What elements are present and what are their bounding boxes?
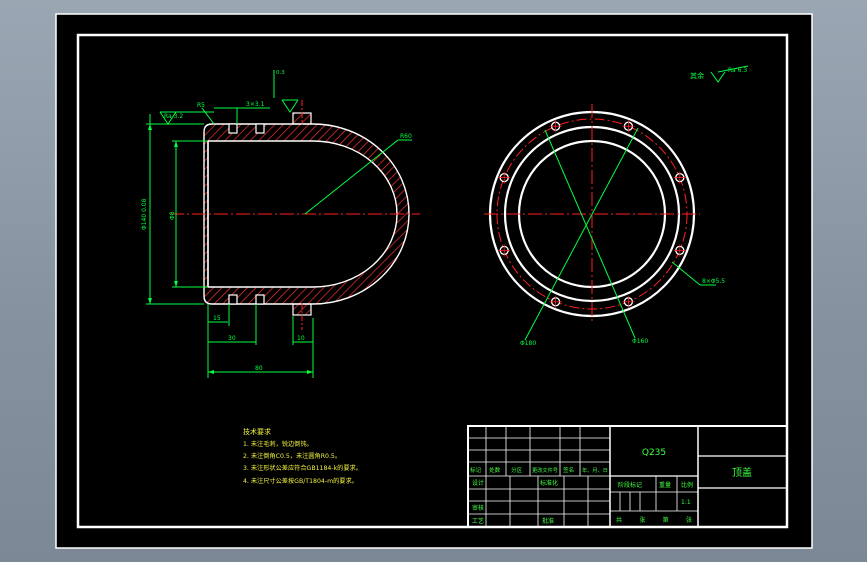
finish-general-value: Ra 6.3 — [728, 67, 747, 74]
part-name: 顶盖 — [732, 466, 752, 479]
sign-col-zone: 分区 — [511, 466, 523, 474]
dim-groove: 3×3.1 — [246, 101, 265, 108]
label-stage: 阶段标记 — [618, 481, 642, 489]
finish-general-label: 其余 — [690, 71, 704, 80]
dim-pcd-b: Φ160 — [632, 338, 648, 345]
note-item-1: 1. 未注毛刺，锐边倒钝。 — [243, 440, 313, 448]
dim-step: 15 — [213, 315, 221, 322]
dim-outer-dia: Φ140 0.08 — [141, 198, 148, 230]
sign-col-date: 年、月、日 — [582, 466, 608, 474]
finish-top-stack: 0.3 — [276, 70, 285, 76]
note-item-2: 2. 未注倒角C0.5，未注圆角R0.5。 — [243, 452, 341, 460]
label-design: 设计 — [472, 479, 484, 487]
label-process: 工艺 — [472, 517, 484, 525]
sign-col-mark: 标记 — [470, 466, 482, 474]
label-weight: 重量 — [659, 481, 671, 489]
notes-title: 技术要求 — [243, 427, 271, 436]
label-approve: 批准 — [542, 517, 554, 525]
sign-col-doc: 更改文件号 — [532, 466, 558, 474]
sign-col-count: 处数 — [489, 466, 501, 474]
dim-length: 80 — [255, 365, 263, 372]
dim-inner-dia: Φ8 — [169, 211, 176, 220]
dim-right: 10 — [297, 335, 305, 342]
label-check: 审核 — [472, 504, 484, 512]
note-item-3: 3. 未注形状公差应符合GB1184-k的要求。 — [243, 464, 362, 472]
dim-chamfer: R5 — [197, 102, 205, 109]
scale-value: 1:1 — [681, 499, 691, 506]
label-standardize: 标准化 — [540, 479, 558, 487]
label-scale: 比例 — [681, 481, 693, 489]
dim-pcd-a: Φ180 — [520, 340, 536, 347]
note-item-4: 4. 未注尺寸公差按GB/T1804-m的要求。 — [243, 477, 358, 485]
sign-col-sign: 签名 — [563, 466, 574, 474]
dim-groove-len: 30 — [228, 335, 236, 342]
dim-hole: 8×Φ5.5 — [702, 278, 725, 285]
material: Q235 — [642, 448, 666, 458]
finish-left-top: Ra 3.2 — [164, 113, 183, 120]
drawing-canvas: Ra 3.2 R5 3×3.1 0.3 R60 Φ140 0.08 Φ8 80 … — [55, 13, 813, 549]
dim-radius: R60 — [400, 133, 412, 140]
